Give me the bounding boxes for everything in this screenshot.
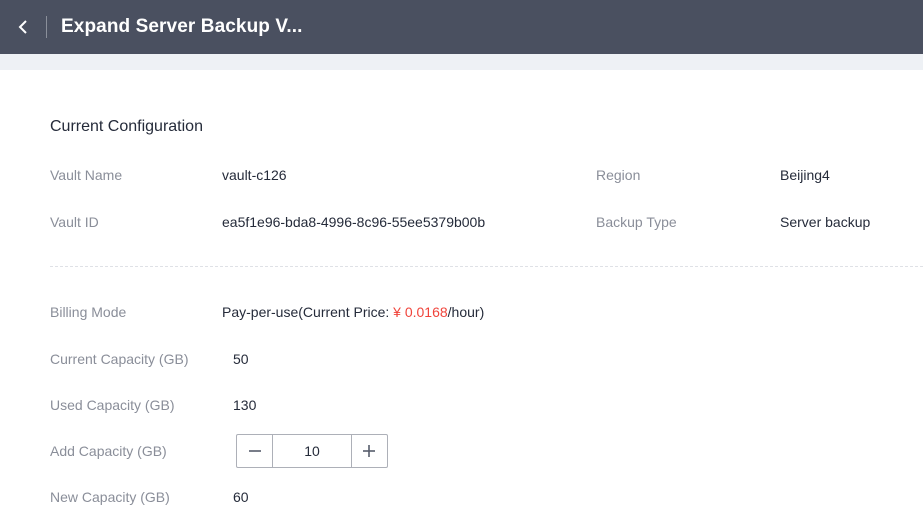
vault-id-label: Vault ID <box>50 214 99 230</box>
section-title-current-configuration: Current Configuration <box>50 118 203 135</box>
region-value: Beijing4 <box>780 167 830 183</box>
decrement-button[interactable] <box>237 435 272 467</box>
new-capacity-label: New Capacity (GB) <box>50 489 170 505</box>
title-divider <box>46 16 47 38</box>
new-capacity-value: 60 <box>233 489 249 505</box>
billing-unit: /hour) <box>447 304 485 320</box>
increment-button[interactable] <box>352 435 387 467</box>
vault-name-label: Vault Name <box>50 167 123 183</box>
section-divider <box>50 266 923 267</box>
current-price: ¥ 0.0168 <box>393 304 448 320</box>
current-capacity-label: Current Capacity (GB) <box>50 351 189 367</box>
billing-mode-text: Pay-per-use(Current Price: <box>222 304 394 320</box>
vault-id-value: ea5f1e96-bda8-4996-8c96-55ee5379b00b <box>222 214 486 230</box>
add-capacity-label: Add Capacity (GB) <box>50 443 167 459</box>
back-button[interactable] <box>0 0 46 54</box>
minus-icon <box>248 450 261 452</box>
backup-type-value: Server backup <box>780 214 871 230</box>
add-capacity-input[interactable] <box>273 435 351 467</box>
billing-mode-label: Billing Mode <box>50 304 127 320</box>
billing-mode-value: Pay-per-use(Current Price: ¥ 0.0168/hour… <box>222 304 484 320</box>
vault-name-value: vault-c126 <box>222 167 287 183</box>
region-label: Region <box>596 167 641 183</box>
used-capacity-label: Used Capacity (GB) <box>50 397 175 413</box>
used-capacity-value: 130 <box>233 397 257 413</box>
current-capacity-value: 50 <box>233 351 249 367</box>
page-title: Expand Server Backup V... <box>61 16 303 37</box>
add-capacity-stepper <box>236 434 388 468</box>
title-bar: Expand Server Backup V... <box>0 0 923 54</box>
sub-header-bar <box>0 54 923 70</box>
chevron-left-icon <box>18 20 27 34</box>
backup-type-label: Backup Type <box>596 214 677 230</box>
plus-icon <box>363 445 376 457</box>
